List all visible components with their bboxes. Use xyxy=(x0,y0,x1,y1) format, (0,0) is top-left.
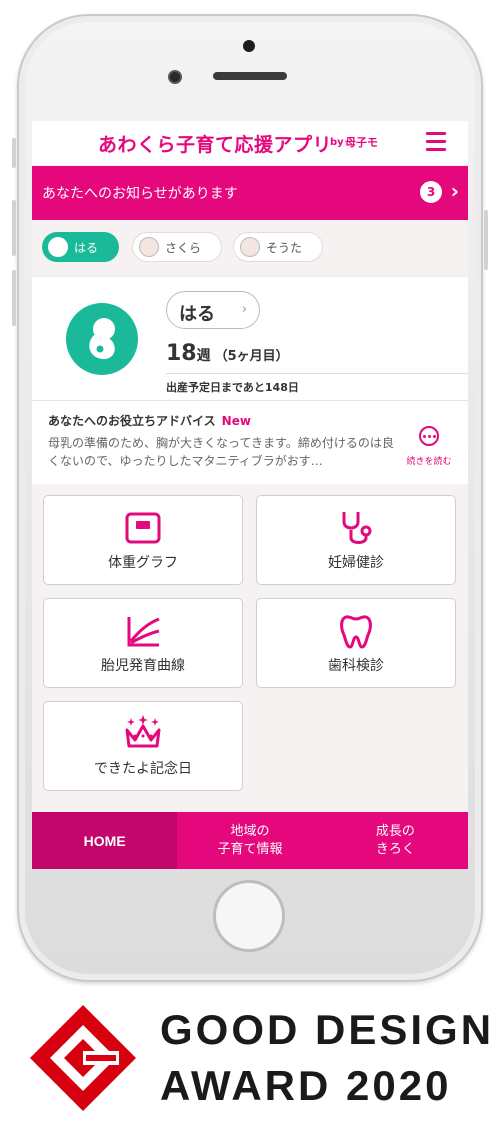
new-badge: New xyxy=(221,414,251,428)
chevron-right-icon: › xyxy=(450,179,459,203)
crown-icon xyxy=(125,715,161,748)
camera-dot xyxy=(243,40,255,52)
menu-tile-milestones[interactable]: できたよ記念日 xyxy=(43,701,243,791)
volume-down-button xyxy=(12,270,16,326)
tooth-icon xyxy=(340,615,372,649)
child-tab-label: そうた xyxy=(266,240,303,255)
growth-curve-icon xyxy=(127,617,160,647)
earpiece-speaker xyxy=(213,72,287,80)
child-tab-souta[interactable]: そうた xyxy=(233,232,323,262)
read-more-button[interactable]: 続きを読む xyxy=(404,426,454,468)
pregnancy-week: 18週 （5ヶ月目） xyxy=(166,341,289,366)
app-title: あわくら子育て応援アプリ xyxy=(98,134,333,156)
bottom-nav: HOME 地域の 子育て情報 成長の きろく xyxy=(32,812,468,869)
advice-body: 母乳の準備のため、胸が大きくなってきます。締め付けるのは良くないので、ゆったりし… xyxy=(48,436,394,468)
menu-grid: 体重グラフ 妊婦健診 胎児発育曲線 歯科検診 できたよ記念日 xyxy=(32,484,468,814)
tile-label: 妊婦健診 xyxy=(328,555,384,571)
tile-label: 歯科検診 xyxy=(328,658,384,674)
nav-growth-record[interactable]: 成長の きろく xyxy=(323,812,468,869)
child-name: はる xyxy=(179,304,215,325)
divider xyxy=(166,373,468,374)
menu-tile-dental-checkup[interactable]: 歯科検診 xyxy=(256,598,456,688)
good-design-g-mark-logo xyxy=(30,1005,136,1111)
weeks-unit: 週 xyxy=(196,348,211,364)
fetus-avatar-icon xyxy=(66,303,138,375)
nav-home[interactable]: HOME xyxy=(32,812,178,869)
child-tab-label: さくら xyxy=(165,240,202,255)
volume-up-button xyxy=(12,200,16,256)
front-camera xyxy=(168,70,182,84)
power-button xyxy=(484,210,488,270)
award-title-line2: AWARD 2020 xyxy=(160,1062,452,1109)
chevron-right-icon: › xyxy=(241,302,247,317)
child-tab-label: はる xyxy=(74,240,99,255)
home-button[interactable] xyxy=(213,880,285,952)
due-date-countdown: 出産予定日まであと148日 xyxy=(166,381,299,394)
notification-text: あなたへのお知らせがあります xyxy=(42,186,238,202)
advice-title: あなたへのお役立ちアドバイス New xyxy=(48,412,251,429)
advice-card[interactable]: あなたへのお役立ちアドバイス New 母乳の準備のため、胸が大きくなってきます。締… xyxy=(32,400,468,484)
read-more-label: 続きを読む xyxy=(406,457,452,467)
child-name-button[interactable]: はる › xyxy=(166,291,260,329)
child-tab-sakura[interactable]: さくら xyxy=(132,232,222,262)
speech-bubble-icon xyxy=(419,426,439,446)
award-title-line1: GOOD DESIGN xyxy=(160,1006,495,1053)
tile-label: 体重グラフ xyxy=(108,555,178,571)
child-tab-haru[interactable]: はる xyxy=(42,232,119,262)
baby-face-icon xyxy=(240,237,260,257)
notification-count-badge: 3 xyxy=(420,181,442,203)
child-selector: はる さくら そうた xyxy=(32,220,468,276)
baby-face-icon xyxy=(139,237,159,257)
tile-label: 胎児発育曲線 xyxy=(101,658,185,674)
months-text: （5ヶ月目） xyxy=(214,349,289,364)
scale-icon xyxy=(125,512,161,544)
brand-logo: 母子モ xyxy=(345,136,378,149)
fetus-icon xyxy=(48,237,68,257)
mute-switch xyxy=(12,138,16,168)
menu-tile-prenatal-checkup[interactable]: 妊婦健診 xyxy=(256,495,456,585)
app-screen: あわくら子育て応援アプリ by 母子モ あなたへのお知らせがあります 3 › は… xyxy=(32,121,468,869)
tile-label: できたよ記念日 xyxy=(94,761,192,777)
app-by-label: by xyxy=(330,137,344,148)
stethoscope-icon xyxy=(342,512,372,544)
menu-tile-fetal-growth-curve[interactable]: 胎児発育曲線 xyxy=(43,598,243,688)
weeks-number: 18 xyxy=(166,341,197,366)
app-header: あわくら子育て応援アプリ by 母子モ xyxy=(32,121,468,166)
profile-card: はる › 18週 （5ヶ月目） 出産予定日まであと148日 xyxy=(32,276,468,400)
menu-tile-weight-graph[interactable]: 体重グラフ xyxy=(43,495,243,585)
advice-title-text: あなたへのお役立ちアドバイス xyxy=(48,414,216,428)
hamburger-menu-icon[interactable] xyxy=(426,132,446,151)
nav-local-info[interactable]: 地域の 子育て情報 xyxy=(177,812,322,869)
notification-banner[interactable]: あなたへのお知らせがあります 3 › xyxy=(32,166,468,220)
